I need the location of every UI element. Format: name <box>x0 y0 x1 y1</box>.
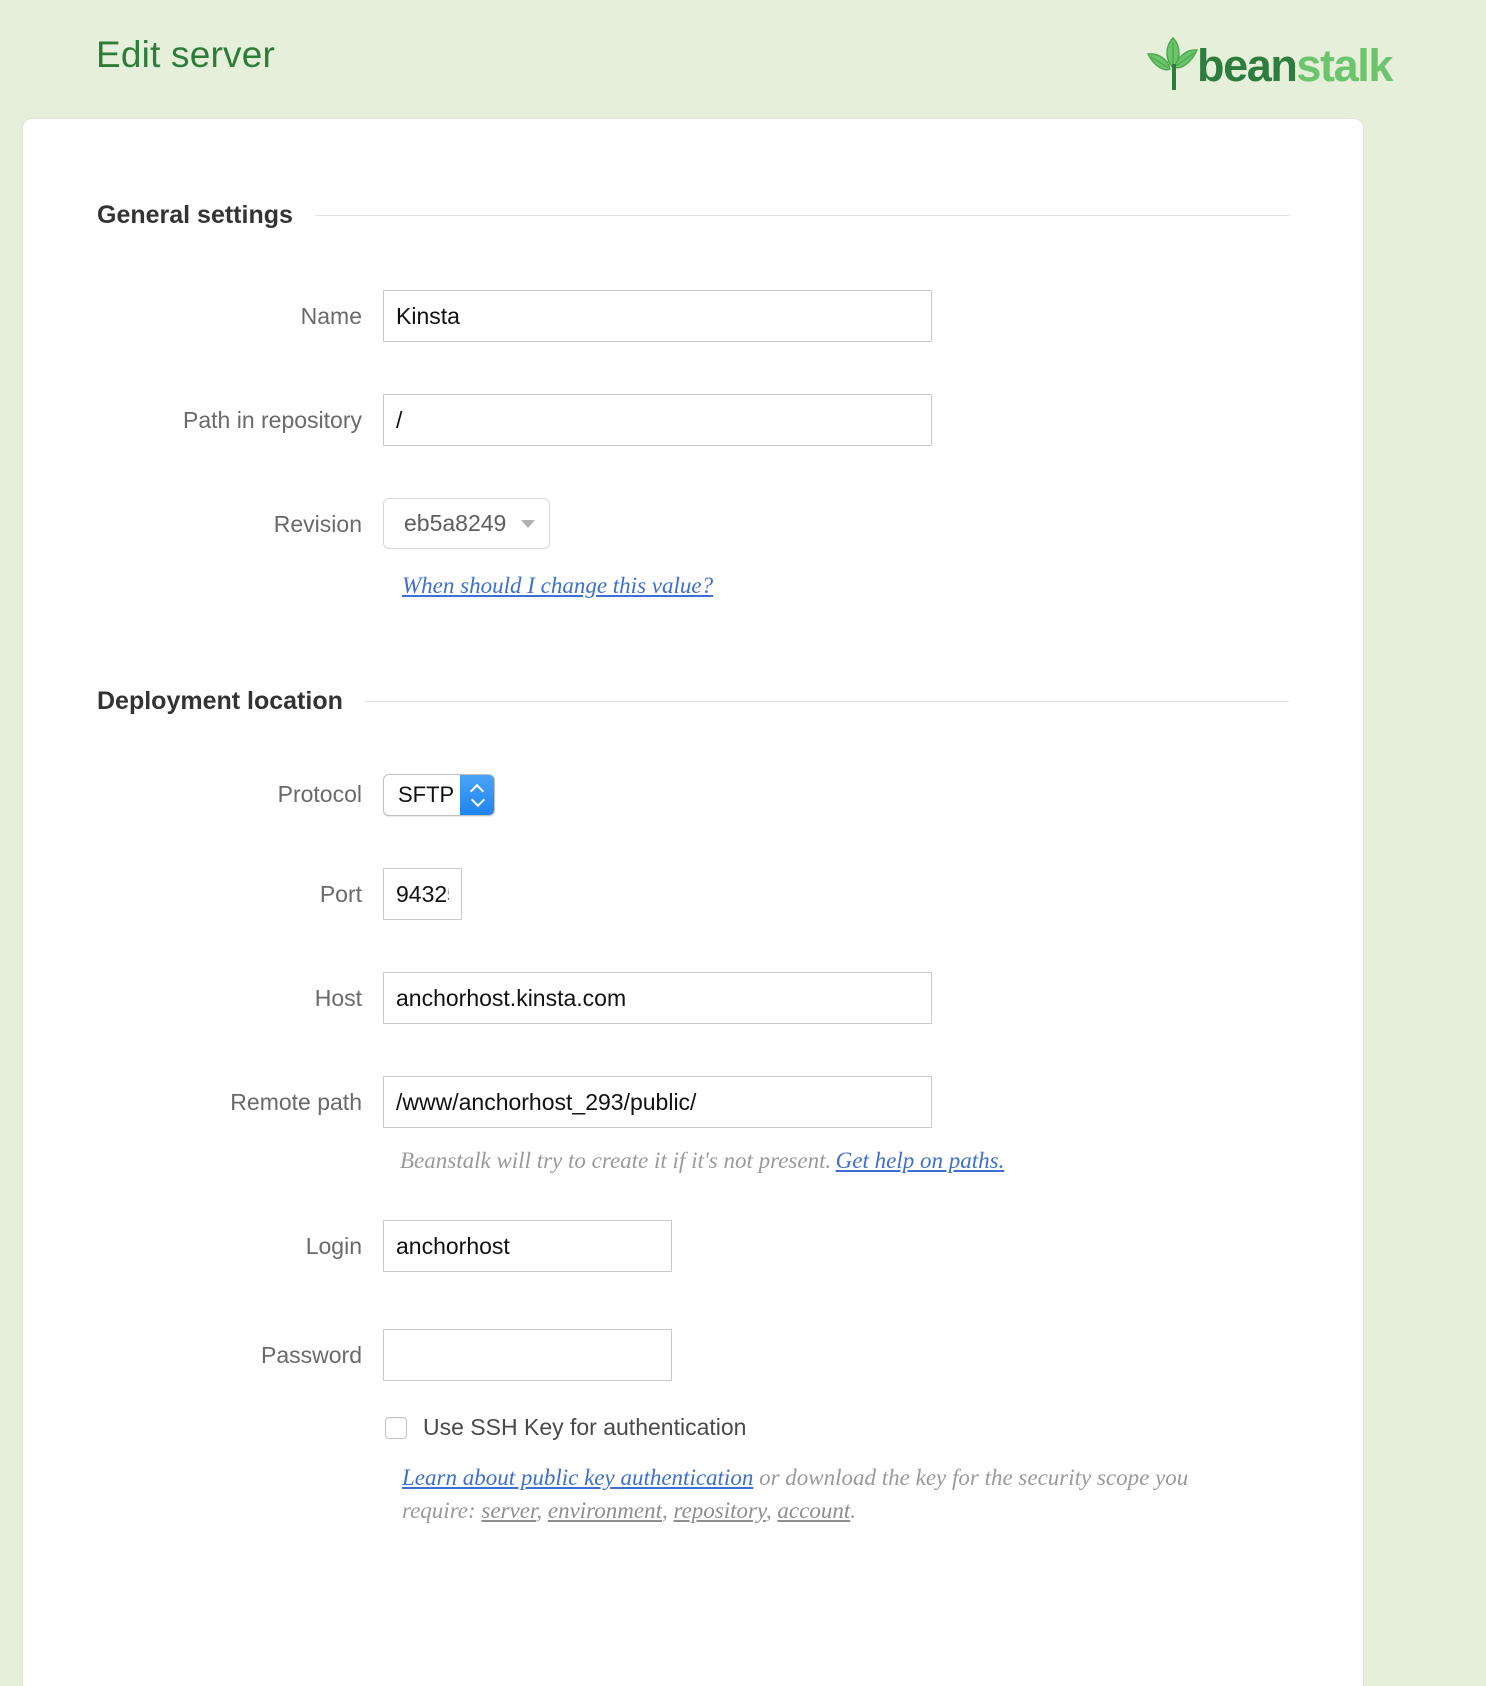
logo-text-primary: bean <box>1196 40 1298 91</box>
chevron-down-icon <box>521 519 535 528</box>
ssh-key-checkbox-row[interactable]: Use SSH Key for authentication <box>385 1414 1289 1441</box>
protocol-label: Protocol <box>277 781 362 808</box>
protocol-selected-value: SFTP <box>398 782 455 807</box>
login-label: Login <box>305 1233 362 1259</box>
protocol-select[interactable]: SFTP <box>383 774 495 816</box>
deployment-location-title: Deployment location <box>97 687 343 715</box>
field-row-password: Password <box>97 1329 1289 1381</box>
general-settings-title: General settings <box>97 201 293 229</box>
page-title: Edit server <box>96 34 276 75</box>
host-input[interactable] <box>383 972 932 1024</box>
path-in-repository-input[interactable] <box>383 394 932 446</box>
ssh-key-checkbox-label: Use SSH Key for authentication <box>423 1414 747 1440</box>
beanstalk-logo[interactable]: beanstalk <box>1145 12 1393 92</box>
section-divider <box>364 701 1289 702</box>
field-row-protocol: Protocol SFTP <box>97 774 1289 816</box>
ssh-key-note: Learn about public key authentication or… <box>402 1465 1189 1523</box>
scope-link-repository[interactable]: repository <box>673 1498 765 1523</box>
select-stepper-icon <box>460 775 494 815</box>
logo-wordmark: beanstalk <box>1196 40 1393 91</box>
name-label: Name <box>300 303 362 329</box>
password-label: Password <box>261 1342 362 1368</box>
field-row-host: Host <box>97 972 1289 1024</box>
scope-link-server[interactable]: server <box>481 1498 536 1523</box>
logo-text-secondary: stalk <box>1296 40 1393 91</box>
general-settings-section-header: General settings <box>97 201 1289 230</box>
revision-select[interactable]: eb5a8249 <box>383 498 550 549</box>
scope-link-account[interactable]: account <box>777 1498 850 1523</box>
remote-path-help: Beanstalk will try to create it if it's … <box>400 1148 1289 1174</box>
port-input[interactable] <box>383 868 462 920</box>
revision-selected-value: eb5a8249 <box>404 510 507 536</box>
remote-path-label: Remote path <box>230 1089 362 1115</box>
login-input[interactable] <box>383 1220 672 1272</box>
field-row-ssh-key: Use SSH Key for authentication Learn abo… <box>97 1414 1289 1527</box>
path-in-repository-label: Path in repository <box>183 407 362 433</box>
name-input[interactable] <box>383 290 932 342</box>
sprout-icon <box>1145 30 1201 92</box>
field-row-revision: Revision eb5a8249 When should I change t… <box>97 498 1289 599</box>
host-label: Host <box>314 985 362 1011</box>
scope-link-environment[interactable]: environment <box>548 1498 662 1523</box>
ssh-note-end: . <box>850 1497 856 1523</box>
public-key-auth-link[interactable]: Learn about public key authentication <box>402 1465 753 1490</box>
field-row-remote-path: Remote path Beanstalk will try to create… <box>97 1076 1289 1174</box>
remote-path-help-text: Beanstalk will try to create it if it's … <box>400 1148 832 1173</box>
deployment-location-section-header: Deployment location <box>97 687 1289 716</box>
ssh-key-checkbox[interactable] <box>385 1416 407 1439</box>
page-header: Edit server beanstalk <box>0 0 1486 118</box>
remote-path-help-link[interactable]: Get help on paths. <box>836 1148 1005 1173</box>
field-row-port: Port <box>97 868 1289 920</box>
field-row-login: Login <box>97 1220 1289 1272</box>
password-input[interactable] <box>383 1329 672 1381</box>
field-row-path-in-repository: Path in repository <box>97 394 1289 446</box>
field-row-name: Name <box>97 290 1289 342</box>
revision-label: Revision <box>273 511 362 537</box>
edit-server-card: General settings Name Path in repository… <box>22 118 1364 1686</box>
remote-path-input[interactable] <box>383 1076 932 1128</box>
section-divider <box>314 215 1289 216</box>
port-label: Port <box>319 881 362 907</box>
revision-help-link[interactable]: When should I change this value? <box>402 573 713 598</box>
